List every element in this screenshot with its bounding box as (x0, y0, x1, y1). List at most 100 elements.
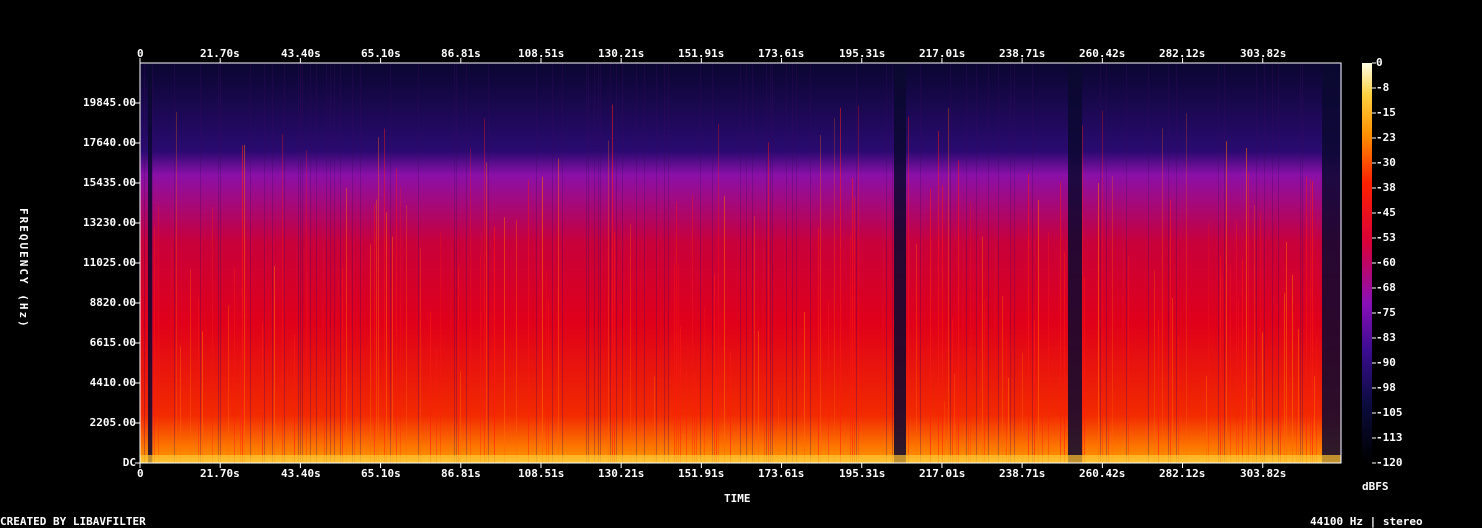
spectrogram-transient (724, 195, 725, 464)
spectrogram-dim-column (340, 63, 341, 463)
spectrogram-dim-column (746, 63, 747, 463)
spectrogram-quiet-column (1328, 63, 1330, 463)
colorbar-tick-label: -105 (1376, 406, 1403, 419)
spectrogram-bass-band (140, 455, 1341, 463)
colorbar-tick-label: -30 (1376, 156, 1396, 169)
spectrogram-transient (1208, 222, 1209, 463)
spectrogram-dim-column (352, 63, 353, 463)
spectrogram-dim-column (920, 63, 921, 463)
footer-sample-info: 44100 Hz | stereo (1310, 515, 1423, 528)
spectrogram-dim-column (1224, 63, 1225, 463)
spectrogram-dim-column (976, 63, 977, 463)
spectrogram-transient (242, 145, 243, 464)
spectrogram-transient (1246, 147, 1247, 464)
spectrogram-transient (430, 311, 431, 463)
spectrogram-transient (176, 112, 177, 463)
spectrogram-dim-column (1264, 63, 1265, 463)
spectrogram-dim-column (466, 63, 467, 463)
spectrogram-transient (1230, 265, 1231, 463)
x-tick-label-bottom: 260.42s (1079, 467, 1126, 480)
spectrogram-quiet-column (150, 63, 152, 463)
spectrogram-transient (948, 107, 949, 464)
spectrogram-dim-column (1272, 63, 1273, 463)
spectrogram-quiet-column (902, 63, 904, 463)
spectrogram-dim-column (1218, 63, 1219, 463)
spectrogram-dim-column (1126, 63, 1127, 463)
spectrogram-transient (406, 205, 407, 463)
spectrogram-transient (528, 180, 529, 464)
spectrogram-transient (696, 382, 697, 463)
spectrogram-dim-column (966, 63, 967, 463)
y-tick-label: 2205.00 (89, 416, 136, 429)
spectrogram-transient (1252, 398, 1253, 463)
spectrogram-transient (764, 374, 765, 463)
spectrogram-transient (1220, 255, 1221, 463)
spectrogram-dim-column (418, 63, 419, 463)
spectrogram-dim-column (622, 63, 623, 463)
x-tick-label-top: 195.31s (839, 47, 886, 60)
spectrogram-quiet-column (896, 63, 898, 463)
spectrogram-dim-column (770, 63, 771, 463)
colorbar-tick-label: -98 (1376, 381, 1396, 394)
spectrogram-transient (470, 147, 471, 463)
spectrogram-transient (1102, 110, 1103, 464)
spectrogram-transient (494, 226, 495, 463)
spectrogram-transient (392, 236, 393, 463)
spectrogram-transient (828, 300, 829, 463)
spectrogram-transient (420, 248, 421, 463)
spectrogram-transient (180, 346, 181, 463)
spectrogram-transient (1162, 128, 1163, 463)
spectrogram-quiet-column (1068, 63, 1070, 463)
spectrogram-dim-column (1014, 63, 1015, 463)
spectrogram-transient (558, 158, 559, 463)
spectrogram-dim-column (1278, 63, 1279, 463)
spectrogram-dim-column (588, 63, 589, 463)
spectrogram-transient (674, 264, 675, 463)
spectrogram-transient (952, 319, 953, 463)
spectrogram-transient (370, 244, 371, 463)
spectrogram-transient (1222, 274, 1223, 463)
spectrogram-transient (386, 212, 387, 463)
spectrogram-dim-column (810, 63, 811, 463)
colorbar-tick-label: -75 (1376, 306, 1396, 319)
spectrogram-transient (686, 370, 687, 463)
spectrogram-quiet-column (1334, 63, 1336, 463)
spectrogram-transient (1226, 141, 1227, 463)
spectrogram-dim-column (250, 63, 251, 463)
spectrogram-quiet-column (1336, 63, 1338, 463)
spectrogram-transient (1312, 181, 1313, 463)
x-tick-label-bottom: 21.70s (200, 467, 240, 480)
spectrogram-quiet-column (898, 63, 900, 463)
spectrogram-transient (354, 378, 355, 463)
spectrogram-dim-column (752, 63, 753, 463)
colorbar-unit-label: dBFS (1362, 480, 1389, 493)
y-tick-label: DC (122, 456, 136, 469)
y-axis-label: FREQUENCY (Hz) (17, 208, 30, 329)
spectrogram-transient (1028, 173, 1029, 463)
spectrogram-transient (1112, 176, 1113, 463)
spectrogram-transient (954, 374, 955, 463)
spectrogram-transient (1236, 220, 1237, 463)
spectrogram-dim-column (488, 63, 489, 463)
x-tick-label-top: 86.81s (441, 47, 481, 60)
x-tick-label-bottom: 195.31s (839, 467, 886, 480)
spectrogram-dim-column (152, 63, 153, 463)
spectrogram-dim-column (360, 63, 361, 463)
spectrogram-transient (820, 134, 821, 463)
spectrogram-quiet-column (900, 63, 902, 463)
spectrogram-transient (400, 186, 401, 463)
spectrogram-dim-column (1168, 63, 1169, 463)
y-tick-label: 15435.00 (83, 176, 136, 189)
spectrogram-transient (548, 299, 549, 463)
spectrogram-dim-column (1176, 63, 1177, 463)
spectrogram-transient (198, 297, 199, 463)
spectrogram-transient (1248, 172, 1249, 463)
spectrogram-transient (1084, 276, 1085, 463)
x-tick-label-bottom: 130.21s (598, 467, 645, 480)
colorbar-tick-label: -60 (1376, 256, 1396, 269)
spectrogram-dim-column (174, 63, 175, 463)
x-tick-label-top: 130.21s (598, 47, 645, 60)
x-tick-label-top: 21.70s (200, 47, 240, 60)
spectrogram-transient (1178, 336, 1179, 463)
spectrogram-transient (718, 123, 719, 463)
